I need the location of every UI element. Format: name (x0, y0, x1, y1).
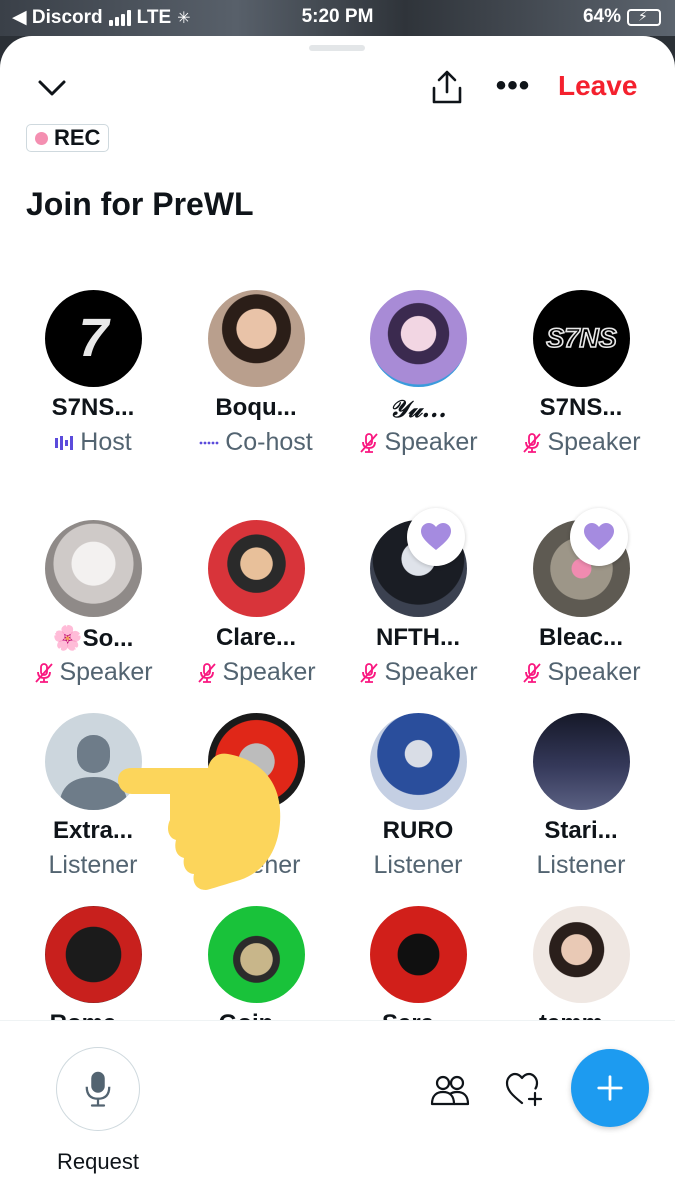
avatar (208, 520, 305, 617)
participant-role: Listener (337, 851, 499, 880)
purple-heart-icon (421, 523, 451, 550)
chevron-down-icon[interactable] (36, 74, 68, 102)
participant-role: Speaker (500, 658, 662, 687)
participant-card[interactable]: S7NS S7NS... Speaker (500, 290, 662, 480)
mic-muted-icon (360, 662, 379, 683)
battery-percent: 64% (582, 6, 621, 27)
participant-card[interactable]: 7 S7NS... Host (12, 290, 174, 480)
participant-role: Co-host (175, 428, 337, 457)
s7ns-logo-text: 7 (78, 308, 111, 368)
charging-bolt-icon: ⚡ (638, 7, 648, 24)
request-label[interactable]: Request (38, 1149, 158, 1175)
avatar: S7NS (533, 290, 630, 387)
battery-icon: ⚡ (627, 7, 661, 26)
add-reaction-icon[interactable] (504, 1071, 544, 1107)
avatar (533, 713, 630, 810)
avatar (45, 906, 142, 1003)
space-topbar: ••• Leave (0, 64, 675, 114)
participant-name: Stari... (544, 817, 618, 844)
role-label: Speaker (547, 428, 641, 456)
participant-name: 🌸So... (52, 625, 134, 652)
role-label: Host (80, 428, 132, 456)
avatar: 7 (45, 290, 142, 387)
participant-name: NFTH... (376, 624, 460, 651)
role-label: Speaker (384, 658, 478, 686)
role-label: Co-host (225, 428, 313, 456)
participants-grid: 7 S7NS... Host Boqu... Co-host 𝒴𝓊... Spe… (0, 290, 675, 1072)
participant-card[interactable]: Clare... Speaker (175, 520, 337, 710)
compose-plus-button[interactable] (571, 1049, 649, 1127)
mic-muted-icon (523, 662, 542, 683)
mic-muted-icon (360, 432, 379, 453)
role-label: Speaker (384, 428, 478, 456)
participant-name: Clare... (215, 624, 297, 651)
s7ns-text-logo: S7NS (546, 323, 617, 353)
avatar (208, 906, 305, 1003)
participant-card[interactable]: 𝒴𝓊... Speaker (337, 290, 499, 480)
pointing-hand-icon (118, 753, 281, 890)
recording-label: REC (54, 125, 101, 150)
participant-name: RURO (382, 817, 454, 844)
reaction-badge (407, 508, 465, 566)
space-title: Join for PreWL (26, 186, 254, 222)
participant-card[interactable]: Bleac... Speaker (500, 508, 662, 710)
participant-card[interactable]: 🌸So... Speaker (12, 520, 174, 710)
participant-role: Speaker (337, 428, 499, 457)
people-icon[interactable] (430, 1073, 470, 1107)
microphone-icon (85, 1071, 111, 1107)
share-icon[interactable] (428, 68, 466, 106)
role-label: Speaker (222, 658, 316, 686)
mic-muted-icon (35, 662, 54, 683)
purple-heart-icon (584, 523, 614, 550)
participant-role: Speaker (12, 658, 174, 687)
participant-name: 𝒴𝓊... (389, 394, 447, 423)
co-host-dots-icon (199, 441, 219, 444)
participant-card[interactable]: NFTH... Speaker (337, 508, 499, 710)
participant-name: S7NS... (51, 394, 135, 421)
participant-card[interactable]: Boqu... Co-host (175, 290, 337, 480)
role-label: Speaker (547, 658, 641, 686)
more-options-icon[interactable]: ••• (494, 66, 532, 106)
role-label: Listener (536, 851, 626, 879)
reaction-badge (570, 508, 628, 566)
host-wave-icon (55, 435, 74, 450)
leave-button[interactable]: Leave (558, 70, 637, 102)
bottom-bar: Request (0, 1020, 675, 1200)
plus-icon (597, 1075, 623, 1101)
participant-role: Host (12, 428, 174, 457)
avatar (370, 290, 467, 387)
recording-dot-icon (35, 131, 48, 145)
avatar (208, 290, 305, 387)
participant-role: Speaker (500, 428, 662, 457)
avatar (533, 906, 630, 1003)
avatar (45, 520, 142, 617)
sheet-grabber[interactable] (309, 45, 365, 51)
participant-name: S7NS... (539, 394, 623, 421)
participant-card[interactable]: Stari... Listener (500, 713, 662, 903)
participant-card[interactable]: RURO Listener (337, 713, 499, 903)
mic-muted-icon (523, 432, 542, 453)
recording-badge: REC (26, 124, 110, 152)
space-sheet: ••• Leave REC Join for PreWL 7 S7NS... H… (0, 36, 675, 1200)
participant-role: Speaker (175, 658, 337, 687)
role-label: Speaker (59, 658, 153, 686)
avatar (370, 906, 467, 1003)
participant-role: Speaker (337, 658, 499, 687)
clock: 5:20 PM (301, 6, 374, 27)
role-label: Listener (373, 851, 463, 879)
participant-name: Bleac... (538, 624, 624, 651)
status-bar: ◀ Discord LTE ✳ 5:20 PM 64% ⚡ (0, 0, 675, 36)
participant-name: Boqu... (215, 394, 297, 421)
status-right: 64% ⚡ (583, 6, 661, 28)
mic-muted-icon (198, 662, 217, 683)
participant-role: Listener (500, 851, 662, 880)
avatar (370, 713, 467, 810)
request-mic-button[interactable] (56, 1047, 140, 1131)
